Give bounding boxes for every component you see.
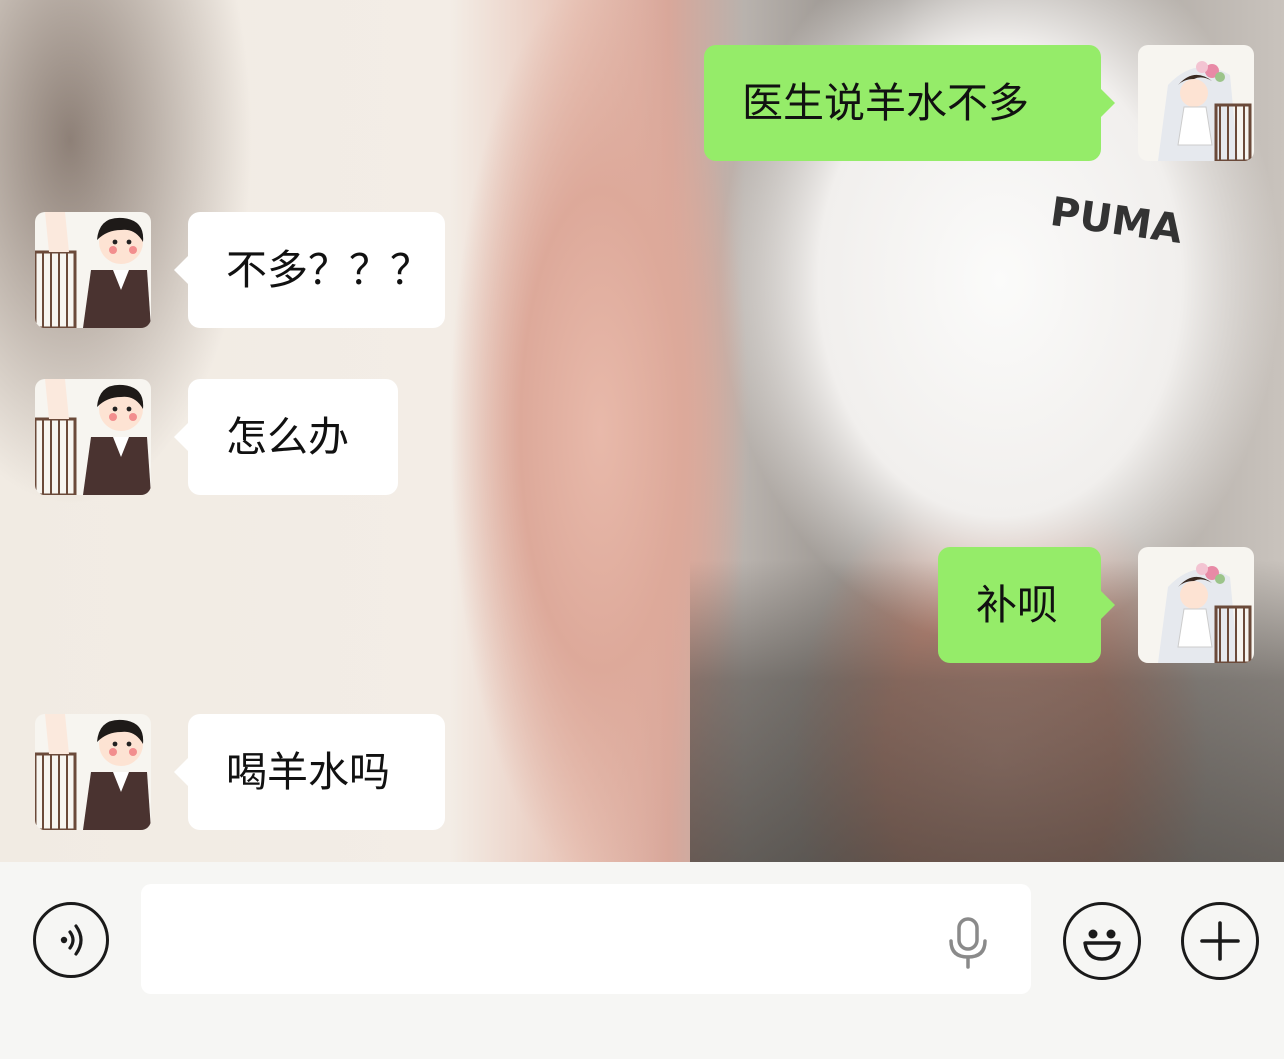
- plus-icon: [1200, 921, 1240, 961]
- my-avatar[interactable]: [1138, 45, 1254, 161]
- outgoing-bubble[interactable]: 医生说羊水不多: [704, 45, 1115, 161]
- bride-cartoon-icon: [1138, 45, 1254, 161]
- more-options-button[interactable]: [1181, 902, 1259, 980]
- message-input[interactable]: [141, 884, 1031, 994]
- background-shirt-print: PUMA: [1047, 188, 1186, 254]
- incoming-bubble[interactable]: 怎么办: [174, 379, 398, 495]
- message-text: 怎么办: [226, 413, 349, 461]
- contact-avatar[interactable]: [35, 212, 151, 328]
- groom-cartoon-icon: [35, 714, 151, 830]
- message-text: 补呗: [976, 581, 1058, 629]
- contact-avatar[interactable]: [35, 379, 151, 495]
- groom-cartoon-icon: [35, 212, 151, 328]
- message-text: 不多？？？: [226, 246, 431, 294]
- voice-toggle-button[interactable]: [33, 902, 109, 978]
- contact-avatar[interactable]: [35, 714, 151, 830]
- message-text: 喝羊水吗: [226, 748, 390, 796]
- microphone-icon[interactable]: [946, 917, 990, 969]
- smiley-icon: [1083, 929, 1121, 961]
- my-avatar[interactable]: [1138, 547, 1254, 663]
- incoming-bubble[interactable]: 喝羊水吗: [174, 714, 445, 830]
- input-toolbar: [0, 862, 1284, 1059]
- bride-cartoon-icon: [1138, 547, 1254, 663]
- emoji-button[interactable]: [1063, 902, 1141, 980]
- incoming-bubble[interactable]: 不多？？？: [174, 212, 445, 328]
- message-text: 医生说羊水不多: [742, 79, 1029, 127]
- voice-wave-icon: [60, 924, 83, 956]
- groom-cartoon-icon: [35, 379, 151, 495]
- outgoing-bubble[interactable]: 补呗: [938, 547, 1115, 663]
